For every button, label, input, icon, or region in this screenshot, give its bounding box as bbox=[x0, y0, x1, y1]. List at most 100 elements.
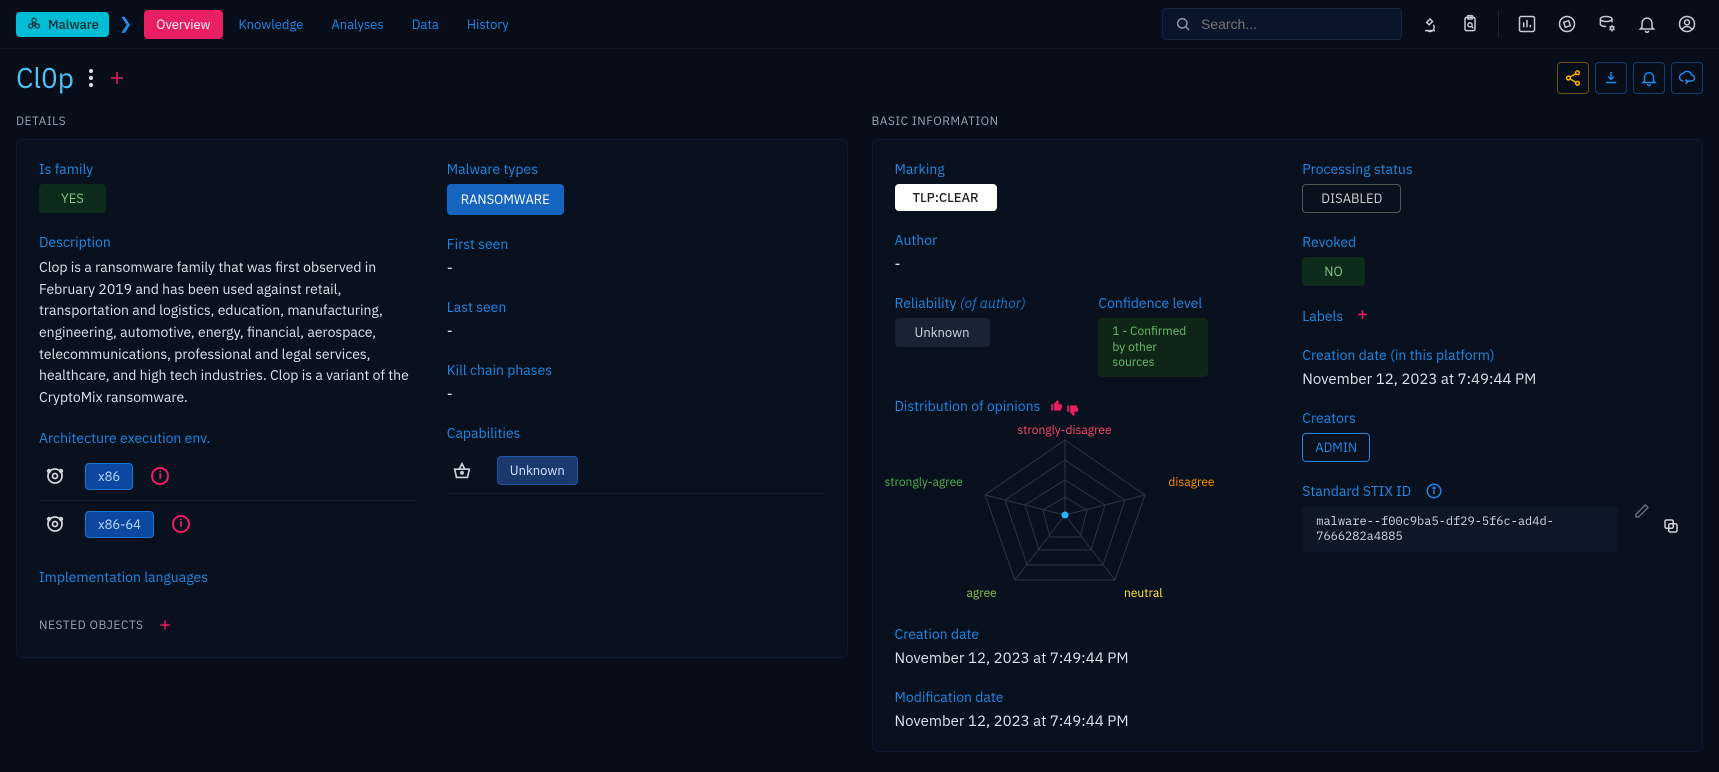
download-button[interactable] bbox=[1595, 62, 1627, 94]
confidence-chip: 1 - Confirmed by other sources bbox=[1098, 318, 1208, 377]
breadcrumb-root[interactable]: Malware bbox=[16, 12, 109, 37]
last-seen-label: Last seen bbox=[447, 298, 825, 316]
stix-id-value: malware--f00c9ba5-df29-5f6c-ad4d-7666282… bbox=[1302, 506, 1618, 552]
tab-history[interactable]: History bbox=[455, 10, 521, 39]
basic-info-column: BASIC INFORMATION Marking TLP:CLEAR Auth… bbox=[872, 114, 1704, 752]
chevron-right-icon: ❯ bbox=[119, 14, 132, 34]
microscope-icon[interactable] bbox=[1414, 8, 1446, 40]
more-menu-button[interactable] bbox=[88, 68, 94, 88]
capability-row: Unknown bbox=[447, 448, 825, 494]
first-seen-value: - bbox=[447, 259, 825, 278]
creators-label: Creators bbox=[1302, 409, 1680, 427]
opinions-vote-button[interactable] bbox=[1050, 399, 1080, 413]
details-column: DETAILS Is family YES Description Clop i… bbox=[16, 114, 848, 752]
capability-chip[interactable]: Unknown bbox=[497, 456, 578, 485]
search-box[interactable] bbox=[1162, 8, 1402, 40]
basket-icon bbox=[451, 460, 473, 482]
share-button[interactable] bbox=[1557, 62, 1589, 94]
title-actions bbox=[1557, 62, 1703, 94]
arch-row-x86: x86 i bbox=[39, 453, 417, 501]
marking-chip[interactable]: TLP:CLEAR bbox=[895, 184, 997, 211]
database-settings-icon[interactable] bbox=[1591, 8, 1623, 40]
info-icon[interactable] bbox=[1425, 482, 1443, 500]
info-icon[interactable]: i bbox=[172, 515, 190, 533]
creation-date-label: Creation date bbox=[895, 625, 1273, 643]
impl-lang-label: Implementation languages bbox=[39, 568, 417, 586]
malware-types-label: Malware types bbox=[447, 160, 825, 178]
creator-chip[interactable]: ADMIN bbox=[1302, 433, 1370, 462]
account-icon[interactable] bbox=[1671, 8, 1703, 40]
reliability-chip: Unknown bbox=[895, 318, 990, 347]
radar-agree: agree bbox=[967, 586, 997, 601]
is-family-value: YES bbox=[39, 184, 106, 213]
subscribe-button[interactable] bbox=[1633, 62, 1665, 94]
processing-label: Processing status bbox=[1302, 160, 1680, 178]
revoked-label: Revoked bbox=[1302, 233, 1680, 251]
radar-disagree: disagree bbox=[1168, 475, 1214, 490]
tab-knowledge[interactable]: Knowledge bbox=[227, 10, 316, 39]
creation-date-value: November 12, 2023 at 7:49:44 PM bbox=[895, 649, 1273, 668]
malware-type-chip[interactable]: RANSOMWARE bbox=[447, 184, 564, 215]
capabilities-label: Capabilities bbox=[447, 424, 825, 442]
main-content: DETAILS Is family YES Description Clop i… bbox=[0, 114, 1719, 772]
details-heading: DETAILS bbox=[16, 114, 848, 129]
radar-strongly-disagree: strongly-disagree bbox=[1017, 423, 1111, 438]
author-label: Author bbox=[895, 231, 1273, 249]
bell-icon[interactable] bbox=[1631, 8, 1663, 40]
top-icons bbox=[1414, 8, 1703, 40]
basic-info-panel: Marking TLP:CLEAR Author - Reliability (… bbox=[872, 139, 1704, 752]
nested-objects-row: NESTED OBJECTS bbox=[39, 614, 417, 637]
labels-label: Labels bbox=[1302, 307, 1343, 325]
opinions-radar-chart: strongly-disagree disagree neutral agree… bbox=[935, 425, 1195, 605]
add-button[interactable] bbox=[108, 69, 126, 87]
nested-add-button[interactable] bbox=[158, 614, 172, 637]
kill-chain-value: - bbox=[447, 385, 825, 404]
top-bar: Malware ❯ Overview Knowledge Analyses Da… bbox=[0, 0, 1719, 49]
search-input[interactable] bbox=[1199, 15, 1389, 33]
tab-overview[interactable]: Overview bbox=[144, 10, 222, 39]
processing-chip[interactable]: DISABLED bbox=[1302, 184, 1401, 213]
stix-label: Standard STIX ID bbox=[1302, 482, 1411, 500]
marking-label: Marking bbox=[895, 160, 1273, 178]
arch-row-x86-64: x86-64 i bbox=[39, 501, 417, 548]
revoked-chip: NO bbox=[1302, 257, 1364, 286]
modification-date-label: Modification date bbox=[895, 688, 1273, 706]
cpu-icon bbox=[43, 512, 67, 536]
kill-chain-label: Kill chain phases bbox=[447, 361, 825, 379]
first-seen-label: First seen bbox=[447, 235, 825, 253]
confidence-label: Confidence level bbox=[1098, 294, 1272, 312]
details-panel: Is family YES Description Clop is a rans… bbox=[16, 139, 848, 658]
nested-objects-label: NESTED OBJECTS bbox=[39, 618, 144, 633]
dashboard-icon[interactable] bbox=[1511, 8, 1543, 40]
page-title: Cl0p bbox=[16, 59, 74, 96]
radar-strongly-agree: strongly-agree bbox=[885, 475, 963, 490]
cpu-icon bbox=[43, 464, 67, 488]
description-label: Description bbox=[39, 233, 417, 251]
breadcrumb-root-label: Malware bbox=[48, 16, 99, 33]
enrich-button[interactable] bbox=[1671, 62, 1703, 94]
clipboard-search-icon[interactable] bbox=[1454, 8, 1486, 40]
description-text: Clop is a ransomware family that was fir… bbox=[39, 257, 417, 409]
explore-icon[interactable] bbox=[1551, 8, 1583, 40]
arch-chip-x86[interactable]: x86 bbox=[85, 463, 133, 490]
arch-label: Architecture execution env. bbox=[39, 429, 417, 447]
tab-data[interactable]: Data bbox=[400, 10, 451, 39]
breadcrumb: Malware ❯ bbox=[16, 12, 132, 37]
biohazard-icon bbox=[26, 16, 42, 32]
info-icon[interactable]: i bbox=[151, 467, 169, 485]
author-value: - bbox=[895, 255, 1273, 274]
basic-info-heading: BASIC INFORMATION bbox=[872, 114, 1704, 129]
arch-chip-x86-64[interactable]: x86-64 bbox=[85, 511, 154, 538]
reliability-label: Reliability (of author) bbox=[895, 294, 1069, 312]
tab-analyses[interactable]: Analyses bbox=[319, 10, 395, 39]
opinions-label: Distribution of opinions bbox=[895, 397, 1041, 415]
platform-creation-value: November 12, 2023 at 7:49:44 PM bbox=[1302, 370, 1680, 389]
modification-date-value: November 12, 2023 at 7:49:44 PM bbox=[895, 712, 1273, 731]
edit-stix-button[interactable] bbox=[1634, 503, 1650, 523]
radar-neutral: neutral bbox=[1124, 586, 1162, 601]
title-row: Cl0p bbox=[0, 49, 1719, 114]
labels-add-button[interactable] bbox=[1356, 306, 1369, 326]
search-icon bbox=[1175, 15, 1191, 33]
platform-creation-label: Creation date (in this platform) bbox=[1302, 346, 1680, 364]
copy-stix-button[interactable] bbox=[1662, 517, 1680, 539]
